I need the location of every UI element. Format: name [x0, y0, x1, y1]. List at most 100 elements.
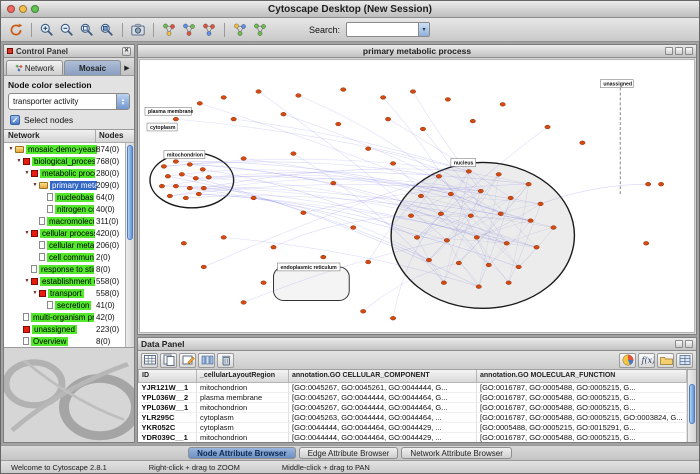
table-scrollbar[interactable]: [687, 370, 696, 442]
data-panel-float-button[interactable]: [675, 340, 683, 348]
graph-node[interactable]: [341, 88, 346, 92]
graph-node[interactable]: [448, 192, 453, 196]
graph-node[interactable]: [418, 194, 423, 198]
graph-node[interactable]: [410, 90, 415, 94]
table-scrollbar-thumb[interactable]: [689, 384, 695, 424]
graph-node[interactable]: [580, 141, 585, 145]
graph-node[interactable]: [183, 196, 188, 200]
graph-node[interactable]: [179, 172, 184, 176]
graph-node[interactable]: [173, 117, 178, 121]
frame-maximize-button[interactable]: [675, 47, 683, 55]
network-frame-titlebar[interactable]: primary metabolic process: [138, 45, 696, 58]
graph-node[interactable]: [486, 263, 491, 267]
graph-node[interactable]: [200, 168, 205, 172]
tree-item-nucleobase[interactable]: nucleobase64(0): [4, 191, 125, 203]
graph-node[interactable]: [538, 202, 543, 206]
graph-node[interactable]: [420, 127, 425, 131]
graph-node[interactable]: [241, 301, 246, 305]
edit-button[interactable]: [179, 353, 196, 368]
graph-node[interactable]: [336, 122, 341, 126]
graph-node[interactable]: [441, 281, 446, 285]
table-row[interactable]: YJR121W__1mitochondrion[GO:0045267, GO:0…: [139, 382, 687, 392]
graph-node[interactable]: [468, 214, 473, 218]
column-header-3[interactable]: annotation.GO MOLECULAR_FUNCTION: [477, 370, 687, 382]
graph-node[interactable]: [658, 182, 663, 186]
graph-node[interactable]: [187, 186, 192, 190]
tab-network[interactable]: Network: [6, 60, 63, 75]
birdseye-overview[interactable]: [4, 347, 134, 442]
frame-close-button[interactable]: [685, 47, 693, 55]
graph-node[interactable]: [181, 241, 186, 245]
graph-node[interactable]: [478, 189, 483, 193]
graph-node[interactable]: [173, 160, 178, 164]
tree-scrollbar[interactable]: [125, 143, 134, 347]
graph-node[interactable]: [291, 152, 296, 156]
graph-node[interactable]: [221, 96, 226, 100]
graph-node[interactable]: [474, 236, 479, 240]
graph-node[interactable]: [500, 102, 505, 106]
graph-node[interactable]: [508, 196, 513, 200]
graph-node[interactable]: [436, 174, 441, 178]
column-header-2[interactable]: annotation.GO CELLULAR_COMPONENT: [289, 370, 477, 382]
tree-item-mosaic-demo-yeast[interactable]: ▼mosaic-demo-yeast874(0): [4, 143, 125, 155]
tree-item-response-to-stimul[interactable]: response to stimul8(0): [4, 263, 125, 275]
tree-item-establishment-of-l[interactable]: ▼establishment of l558(0): [4, 275, 125, 287]
tree-item-cellular-process[interactable]: ▼cellular process420(0): [4, 227, 125, 239]
select-nodes-checkbox[interactable]: ✓: [10, 115, 20, 125]
close-panel-button[interactable]: ✕: [122, 47, 131, 56]
graph-node[interactable]: [528, 219, 533, 223]
zoom-out-button[interactable]: [58, 21, 76, 39]
graph-node[interactable]: [643, 241, 648, 245]
frame-minimize-button[interactable]: [665, 47, 673, 55]
data-panel-close-button[interactable]: [685, 340, 693, 348]
color-attribute-dropdown[interactable]: transporter activity ▴▾: [8, 93, 130, 110]
network-tool-5-button[interactable]: [251, 21, 269, 39]
session-button[interactable]: [7, 21, 25, 39]
window-titlebar[interactable]: Cytoscape Desktop (New Session): [1, 1, 699, 18]
data-panel-titlebar[interactable]: Data Panel: [138, 338, 696, 351]
table-row[interactable]: YDR039C__1mitochondrion[GO:0044444, GO:0…: [139, 432, 687, 442]
tree-item-multi-organism-pro[interactable]: multi-organism pro42(0): [4, 311, 125, 323]
graph-node[interactable]: [301, 211, 306, 215]
graph-node[interactable]: [476, 285, 481, 289]
minimize-window-button[interactable]: [19, 5, 27, 13]
graph-node[interactable]: [444, 238, 449, 242]
tree-column-network[interactable]: Network: [4, 130, 96, 142]
graph-node[interactable]: [408, 214, 413, 218]
network-canvas[interactable]: plasma membranecytoplasmmitochondrionnuc…: [139, 59, 695, 333]
expander-icon[interactable]: ▼: [15, 158, 23, 164]
table-row[interactable]: YLR295Ccytoplasm[GO:0045263, GO:0044444,…: [139, 412, 687, 422]
graph-node[interactable]: [506, 281, 511, 285]
search-input[interactable]: [347, 25, 418, 34]
expander-icon[interactable]: ▼: [7, 146, 15, 152]
close-window-button[interactable]: [7, 5, 15, 13]
expander-icon[interactable]: ▼: [23, 230, 31, 236]
graph-node[interactable]: [206, 175, 211, 179]
graph-node[interactable]: [159, 184, 164, 188]
network-tool-1-button[interactable]: [160, 21, 178, 39]
column-header-1[interactable]: _cellularLayoutRegion: [197, 370, 289, 382]
tab-mosaic[interactable]: Mosaic: [64, 60, 121, 75]
graph-node[interactable]: [551, 226, 556, 230]
graph-node[interactable]: [331, 181, 336, 185]
graph-node[interactable]: [390, 162, 395, 166]
tree-item-secretion[interactable]: secretion41(0): [4, 299, 125, 311]
function-button[interactable]: f(x): [638, 353, 655, 368]
graph-node[interactable]: [221, 236, 226, 240]
graph-node[interactable]: [241, 157, 246, 161]
graph-node[interactable]: [504, 241, 509, 245]
tree-item-metabolic-proces[interactable]: ▼metabolic proces280(0): [4, 167, 125, 179]
graph-node[interactable]: [645, 182, 650, 186]
tree-item-cell-communicat[interactable]: cell communicat2(0): [4, 251, 125, 263]
matrix-button[interactable]: [676, 353, 693, 368]
search-dropdown-arrow-icon[interactable]: ▾: [418, 23, 429, 36]
graph-node[interactable]: [466, 169, 471, 173]
graph-node[interactable]: [385, 117, 390, 121]
table-row[interactable]: YPL036W__1mitochondrion[GO:0045267, GO:0…: [139, 402, 687, 412]
graph-node[interactable]: [201, 186, 206, 190]
tree-item-cellular-metabo[interactable]: cellular metabo206(0): [4, 239, 125, 251]
graph-node[interactable]: [516, 265, 521, 269]
graph-node[interactable]: [445, 98, 450, 102]
graph-node[interactable]: [526, 182, 531, 186]
graph-node[interactable]: [498, 212, 503, 216]
